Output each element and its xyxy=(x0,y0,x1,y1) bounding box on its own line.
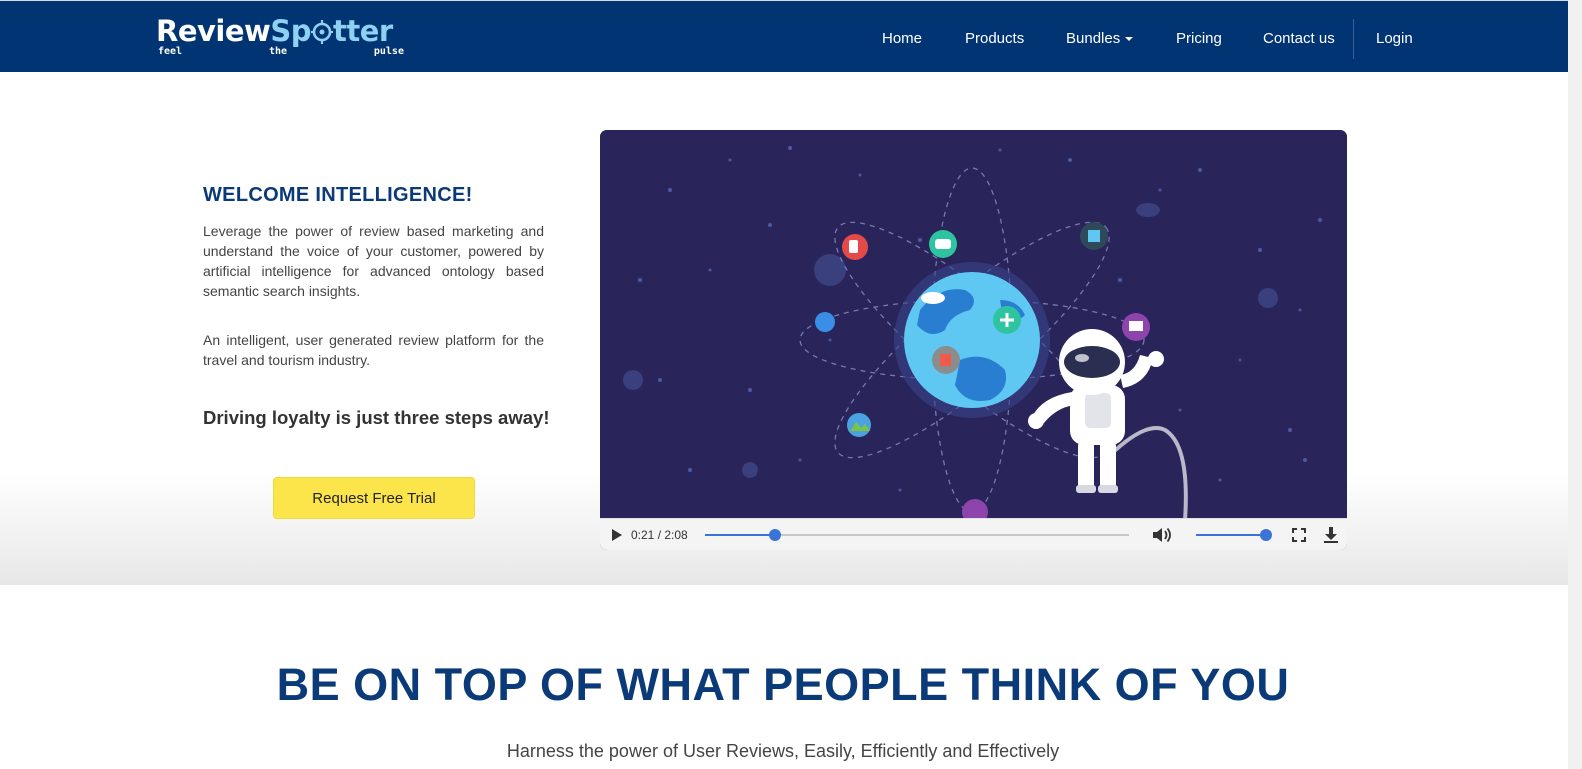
hero-tagline: Driving loyalty is just three steps away… xyxy=(203,407,550,428)
video-frame[interactable] xyxy=(600,130,1347,518)
hero-title: WELCOME INTELLIGENCE! xyxy=(203,184,473,206)
seek-progress xyxy=(705,534,775,536)
nav-login[interactable]: Login xyxy=(1376,30,1413,48)
video-time: 0:21 / 2:08 xyxy=(631,528,688,542)
video-controls: 0:21 / 2:08 xyxy=(600,518,1347,550)
section-title: BE ON TOP OF WHAT PEOPLE THINK OF YOU xyxy=(276,659,1290,710)
logo-tagline: feel the pulse xyxy=(158,46,404,57)
fullscreen-icon[interactable] xyxy=(1292,528,1306,542)
nav-home[interactable]: Home xyxy=(882,30,922,48)
logo-tagline-word: pulse xyxy=(373,46,404,57)
navbar: ReviewSp tter feel the pulse Home Product… xyxy=(0,0,1568,72)
crosshair-icon xyxy=(310,20,333,44)
volume-icon[interactable] xyxy=(1152,526,1172,544)
page-scrollbar[interactable] xyxy=(1568,0,1582,769)
logo-wordmark: ReviewSp tter xyxy=(156,14,393,48)
nav-contact[interactable]: Contact us xyxy=(1263,30,1335,48)
seek-handle[interactable] xyxy=(768,529,781,541)
nav-divider xyxy=(1353,19,1354,59)
hero-paragraph: Leverage the power of review based marke… xyxy=(203,223,544,299)
nav-bundles-label: Bundles xyxy=(1066,30,1121,47)
volume-handle[interactable] xyxy=(1260,529,1272,541)
request-free-trial-button[interactable]: Request Free Trial xyxy=(273,477,475,519)
seek-bar[interactable] xyxy=(705,529,1129,541)
logo-tagline-word: the xyxy=(268,46,288,57)
volume-level xyxy=(1196,534,1266,536)
volume-slider[interactable] xyxy=(1196,529,1272,541)
logo-tagline-word: feel xyxy=(158,46,183,57)
hero-paragraph: An intelligent, user generated review pl… xyxy=(203,332,544,368)
nav-pricing[interactable]: Pricing xyxy=(1176,30,1222,48)
caret-down-icon xyxy=(1125,37,1134,42)
video-player[interactable]: 0:21 / 2:08 xyxy=(600,130,1347,550)
play-icon[interactable] xyxy=(610,528,624,542)
section-subtitle: Harness the power of User Reviews, Easil… xyxy=(506,741,1060,761)
nav-bundles[interactable]: Bundles xyxy=(1066,30,1134,48)
nav-products[interactable]: Products xyxy=(965,30,1024,48)
logo[interactable]: ReviewSp tter feel the pulse xyxy=(156,15,406,59)
download-icon[interactable] xyxy=(1323,526,1339,544)
